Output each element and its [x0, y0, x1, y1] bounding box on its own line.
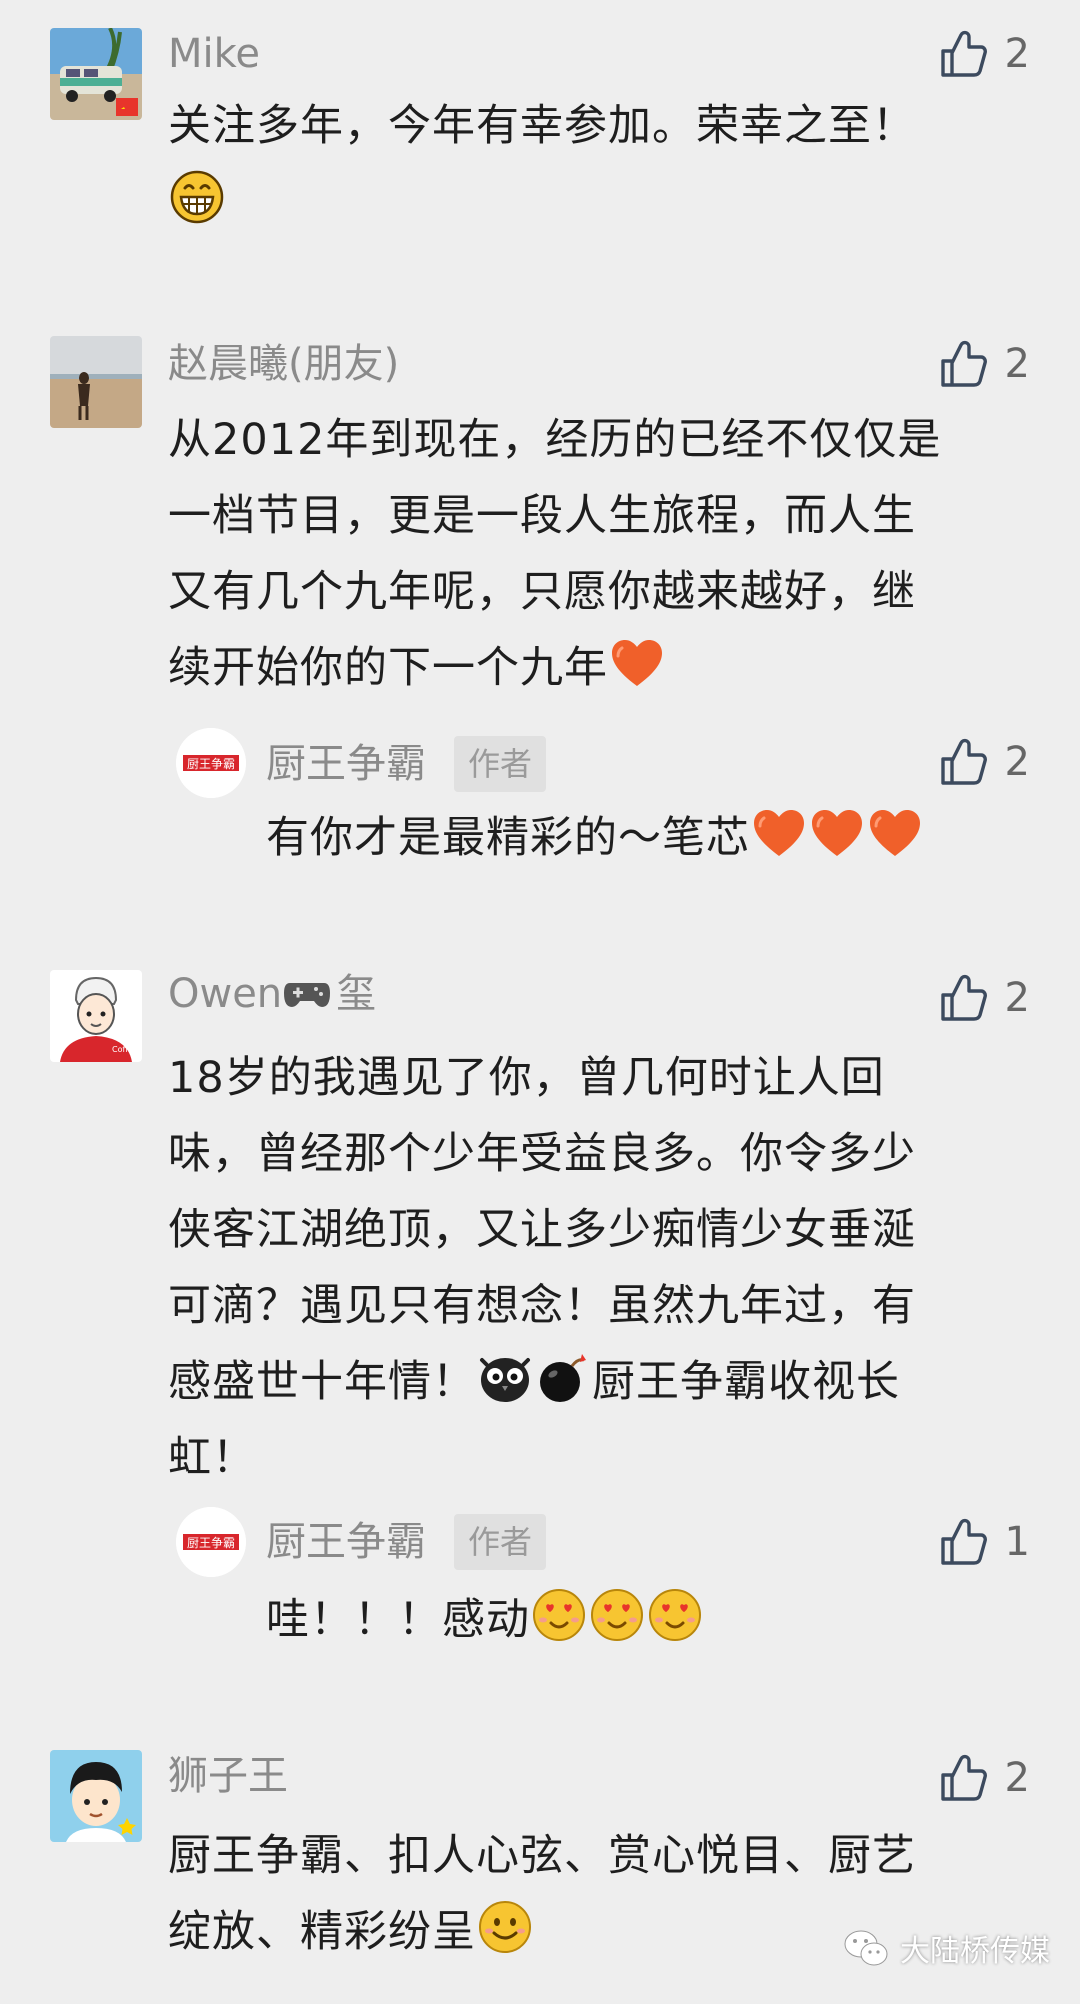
thumbs-up-icon [939, 737, 987, 787]
like-button[interactable]: 2 [939, 336, 1030, 392]
commenter-name[interactable]: Mike [168, 28, 260, 80]
thumbs-up-icon [939, 973, 987, 1023]
like-button[interactable]: 2 [939, 970, 1030, 1026]
svg-text:厨王争霸: 厨王争霸 [187, 757, 235, 771]
author-badge: 作者 [454, 736, 547, 792]
grin-emoji-icon [168, 168, 226, 226]
commenter-name[interactable]: Owen 玺 [168, 968, 376, 1020]
svg-text:厨王争霸: 厨王争霸 [187, 1536, 235, 1550]
author-badge: 作者 [454, 1514, 547, 1570]
comment-text: 关注多年，今年有幸参加。荣幸之至！ [168, 88, 1036, 240]
avatar-zhao[interactable] [50, 336, 142, 428]
avatar-author[interactable]: 厨王争霸 [176, 1507, 246, 1577]
owl-emoji-icon [476, 1348, 534, 1406]
like-count: 2 [1004, 1755, 1030, 1801]
like-button[interactable]: 1 [939, 1514, 1030, 1570]
author-name[interactable]: 厨王争霸 作者 [266, 1514, 547, 1570]
heart-emoji-icon [866, 804, 924, 862]
chuwang-logo-icon: 厨王争霸 [176, 1507, 246, 1577]
heart-emoji-icon [808, 804, 866, 862]
commenter-name[interactable]: 赵晨曦(朋友) [168, 338, 399, 390]
watermark-text: 大陆桥传媒 [900, 1934, 1050, 1969]
gamepad-icon [284, 983, 331, 1007]
heart-eyes-emoji-icon [646, 1586, 704, 1644]
heart-eyes-emoji-icon [530, 1586, 588, 1644]
watermark: 大陆桥传媒 [842, 1926, 1050, 1970]
commenter-name[interactable]: 狮子王 [168, 1750, 288, 1802]
like-button[interactable]: 2 [939, 734, 1030, 790]
reply-text: 哇！！！感动 [266, 1582, 1046, 1658]
author-name[interactable]: 厨王争霸 作者 [266, 736, 547, 792]
bomb-emoji-icon [534, 1348, 592, 1406]
like-button[interactable]: 2 [939, 1750, 1030, 1806]
avatar-mike[interactable] [50, 28, 142, 120]
svg-text:Coffee: Coffee [112, 1045, 138, 1054]
like-count: 1 [1004, 1519, 1030, 1565]
van-photo-icon [50, 28, 142, 120]
heart-emoji-icon [750, 804, 808, 862]
reply-text: 有你才是最精彩的～笔芯 [266, 800, 1046, 876]
thumbs-up-icon [939, 1753, 987, 1803]
avatar-shiziwang[interactable] [50, 1750, 142, 1842]
heart-eyes-emoji-icon [588, 1586, 646, 1644]
like-count: 2 [1004, 739, 1030, 785]
like-count: 2 [1004, 975, 1030, 1021]
thumbs-up-icon [939, 1517, 987, 1567]
comment-text: 18岁的我遇见了你，曾几何时让人回 味，曾经那个少年受益良多。你令多少 侠客江湖… [168, 1053, 916, 1483]
thumbs-up-icon [939, 29, 987, 79]
smile-emoji-icon [476, 1898, 534, 1956]
heart-emoji-icon [608, 634, 666, 692]
comment-text: 从2012年到现在，经历的已经不仅仅是 一档节目，更是一段人生旅程，而人生 又有… [168, 415, 942, 693]
like-count: 2 [1004, 341, 1030, 387]
wechat-icon [844, 1930, 888, 1966]
avatar-owen[interactable]: Coffee [50, 970, 142, 1062]
avatar-author[interactable]: 厨王争霸 [176, 728, 246, 798]
cartoon-boy-red-shirt-icon: Coffee [50, 970, 142, 1062]
beach-photo-icon [50, 336, 142, 428]
thumbs-up-icon [939, 339, 987, 389]
cartoon-boy-icon [50, 1750, 142, 1842]
like-button[interactable]: 2 [939, 26, 1030, 82]
chuwang-logo-icon: 厨王争霸 [176, 728, 246, 798]
like-count: 2 [1004, 31, 1030, 77]
